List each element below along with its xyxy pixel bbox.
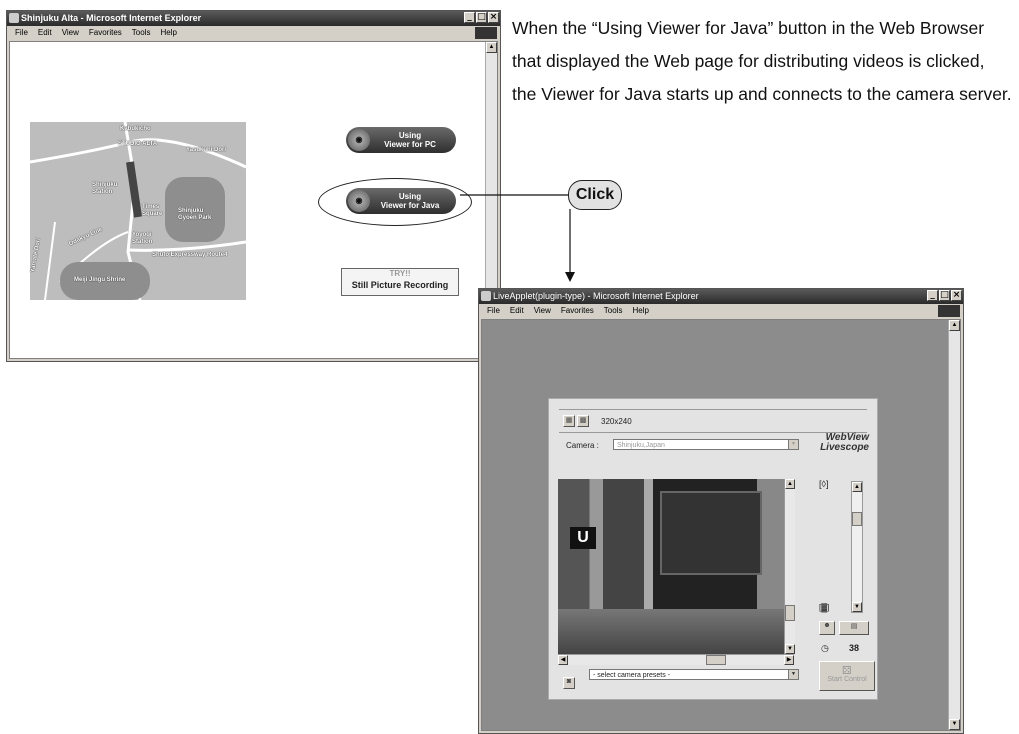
camera-presets-select[interactable]: - select camera presets - ▼: [589, 669, 799, 680]
camera-control-icon: ⚄: [842, 665, 852, 677]
scroll-up-icon[interactable]: ▲: [852, 482, 862, 492]
chevron-down-icon: ▼: [788, 440, 798, 449]
title-bar[interactable]: LiveApplet(plugin-type) - Microsoft Inte…: [479, 289, 963, 304]
start-control-label: Start Control: [827, 676, 867, 683]
brand-line2: Livescope: [820, 442, 869, 453]
scroll-thumb[interactable]: [706, 655, 726, 665]
webview-logo: WebView Livescope: [819, 433, 869, 453]
zoom-slider[interactable]: ▲ ▼: [851, 481, 863, 613]
live-video-feed: U: [558, 479, 784, 654]
window-title: LiveApplet(plugin-type) - Microsoft Inte…: [493, 291, 699, 301]
browser-window-liveapplet: LiveApplet(plugin-type) - Microsoft Inte…: [478, 288, 964, 734]
close-button[interactable]: ×: [951, 290, 962, 301]
menu-tools[interactable]: Tools: [604, 304, 623, 318]
menu-favorites[interactable]: Favorites: [561, 304, 594, 318]
street-crowd: [558, 609, 784, 654]
camera-label: Camera :: [566, 441, 599, 450]
scroll-down-icon[interactable]: ▼: [949, 719, 960, 730]
page-content: ▲ ▼ ▦ ▩ 320x240 Camera : Shinjuku,Japan …: [481, 319, 961, 731]
video-size-small-icon[interactable]: ▦: [563, 415, 575, 427]
pan-scrollbar-vertical[interactable]: ▲ ▼: [784, 479, 795, 654]
menu-help[interactable]: Help: [632, 304, 648, 318]
scroll-down-icon[interactable]: ▼: [785, 644, 795, 654]
menu-view[interactable]: View: [534, 304, 551, 318]
preset-placeholder: - select camera presets -: [593, 672, 671, 679]
video-size-large-icon[interactable]: ▩: [577, 415, 589, 427]
camera-select[interactable]: Shinjuku,Japan ▼: [613, 439, 799, 450]
java-viewer-applet: ▦ ▩ 320x240 Camera : Shinjuku,Japan ▼ We…: [548, 398, 878, 700]
resolution-label: 320x240: [601, 417, 632, 426]
windows-logo-icon: [938, 305, 960, 317]
camera-value: Shinjuku,Japan: [617, 442, 665, 449]
panorama-icon[interactable]: ▤: [839, 621, 869, 635]
menu-file[interactable]: File: [487, 304, 500, 318]
ie-icon: [481, 291, 491, 301]
timer-icon: ◷: [821, 643, 829, 653]
scroll-down-icon[interactable]: ▼: [852, 602, 862, 612]
snapshot-icon[interactable]: ◙: [563, 677, 575, 689]
scroll-right-icon[interactable]: ▶: [784, 655, 794, 665]
minimize-button[interactable]: _: [927, 290, 938, 301]
divider: [559, 409, 867, 410]
scroll-up-icon[interactable]: ▲: [949, 320, 960, 331]
timer-value: 38: [849, 643, 860, 653]
scroll-up-icon[interactable]: ▲: [785, 479, 795, 489]
vertical-scrollbar[interactable]: ▲ ▼: [948, 320, 960, 730]
menu-bar: File Edit View Favorites Tools Help: [479, 304, 963, 318]
zoom-slider-thumb[interactable]: [852, 512, 862, 526]
scroll-thumb[interactable]: [785, 605, 795, 621]
person-icon[interactable]: ☻: [819, 621, 835, 635]
storefront-sign: U: [570, 527, 596, 549]
click-callout: Click: [568, 180, 622, 210]
pan-scrollbar-horizontal[interactable]: ◀ ▶: [558, 654, 794, 665]
zoom-in-icon: [◊]: [819, 479, 829, 489]
menu-edit[interactable]: Edit: [510, 304, 524, 318]
zoom-out-icon: [▓]: [819, 603, 830, 612]
maximize-button[interactable]: □: [939, 290, 950, 301]
chevron-down-icon: ▼: [788, 670, 798, 679]
scroll-left-icon[interactable]: ◀: [558, 655, 568, 665]
start-control-button[interactable]: ⚄ Start Control: [819, 661, 875, 691]
billboard-screen: [660, 491, 762, 575]
